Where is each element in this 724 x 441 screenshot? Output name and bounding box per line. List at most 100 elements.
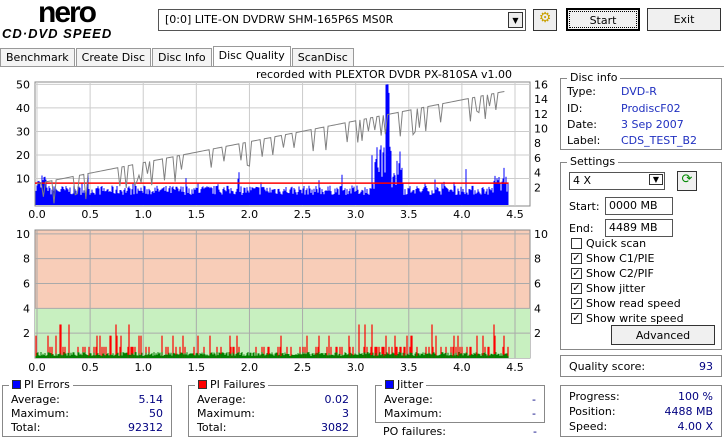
label-label: Label: <box>567 134 601 147</box>
bottom-x-tick: 4.0 <box>453 361 471 372</box>
bottom-x-tick: 4.5 <box>506 361 524 372</box>
checkbox-quick-scan[interactable]: Quick scan <box>571 237 646 250</box>
type-value: DVD-R <box>621 85 657 98</box>
pie-max-label: Maximum: <box>11 407 69 420</box>
top-y2-tick: 8 <box>534 137 541 150</box>
bottom-x-tick: 3.5 <box>400 361 418 372</box>
checkbox-label: Quick scan <box>586 237 647 250</box>
tab-create-disc[interactable]: Create Disc <box>75 48 152 66</box>
checkbox-label: Show jitter <box>586 282 646 295</box>
jitter-color-icon <box>385 380 394 389</box>
top-y2-tick: 6 <box>534 152 541 165</box>
pif-max-value: 3 <box>342 407 349 420</box>
pi-errors-group: PI Errors Average: 5.14 Maximum: 50 Total:… <box>2 378 172 437</box>
progress-box: Progress: 100 % Position: 4488 MB Speed: 4.… <box>560 385 722 437</box>
tab-disc-quality[interactable]: Disc Quality <box>212 46 291 66</box>
top-y-tick: 20 <box>16 149 30 162</box>
top-y2-tick: 2 <box>534 181 541 194</box>
pi-errors-color-icon <box>12 380 21 389</box>
top-x-tick: 2.0 <box>241 208 259 221</box>
top-y-tick: 10 <box>16 172 30 185</box>
top-y2-tick: 14 <box>534 93 548 106</box>
drive-select[interactable]: [0:0] LITE-ON DVDRW SHM-165P6S MS0R ▼ <box>158 9 526 31</box>
speed-select[interactable]: 4 X ▼ <box>569 172 665 190</box>
bottom-y-tick: 2 <box>23 327 30 340</box>
pie-avg-label: Average: <box>11 393 60 406</box>
checkbox-box[interactable] <box>571 238 582 249</box>
checkbox-label: Show C2/PIF <box>586 267 654 280</box>
top-y2-tick: 12 <box>534 108 548 121</box>
bottom-y-tick: 8 <box>23 253 30 266</box>
checkbox-box[interactable]: ✓ <box>571 268 582 279</box>
top-x-tick: 4.0 <box>453 208 471 221</box>
bottom-y2-tick: 10 <box>534 228 548 241</box>
position-label: Position: <box>569 405 616 418</box>
top-y-tick: 30 <box>16 125 30 138</box>
top-y2-tick: 10 <box>534 123 548 136</box>
date-label: Date: <box>567 118 597 131</box>
exit-button[interactable]: Exit <box>647 8 721 31</box>
bottom-x-tick: 1.5 <box>188 361 206 372</box>
cd-dvd-speed-logo: CD·DVD SPEED <box>2 26 113 41</box>
pif-avg-label: Average: <box>197 393 246 406</box>
position-value: 4488 MB <box>664 405 713 418</box>
jitter-max-label: Maximum: <box>384 407 442 420</box>
pi-errors-title: PI Errors <box>24 378 70 391</box>
pif-max-label: Maximum: <box>197 407 255 420</box>
checkbox-box[interactable]: ✓ <box>571 253 582 264</box>
checkbox-box[interactable]: ✓ <box>571 298 582 309</box>
start-button[interactable]: Start <box>566 8 640 31</box>
pif-total-label: Total: <box>197 421 227 434</box>
top-x-tick: 3.5 <box>400 208 418 221</box>
checkbox-label: Show write speed <box>586 312 684 325</box>
advanced-button[interactable]: Advanced <box>611 325 715 345</box>
checkbox-show-write-speed[interactable]: ✓ Show write speed <box>571 312 684 325</box>
type-label: Type: <box>567 85 596 98</box>
progress-value: 100 % <box>678 390 713 403</box>
checkbox-box[interactable]: ✓ <box>571 313 582 324</box>
po-failures-label: PO failures: <box>383 425 446 438</box>
checkbox-box[interactable]: ✓ <box>571 283 582 294</box>
checkbox-show-c1-pie[interactable]: ✓ Show C1/PIE <box>571 252 654 265</box>
bottom-y2-tick: 6 <box>534 278 541 291</box>
quality-score-value: 93 <box>699 360 713 373</box>
speed-readout: 4.00 X <box>677 420 713 433</box>
top-x-tick: 1.0 <box>134 208 152 221</box>
jitter-group: Jitter Average: - Maximum: - <box>375 378 545 423</box>
refresh-speed-icon[interactable]: ⟳ <box>677 171 697 191</box>
pi-failures-group: PI Failures Average: 0.02 Maximum: 3 Total… <box>188 378 358 437</box>
bottom-y2-tick: 8 <box>534 253 541 266</box>
start-label: Start: <box>569 200 600 213</box>
bottom-y-tick: 6 <box>23 278 30 291</box>
bottom-x-tick: 2.5 <box>294 361 312 372</box>
tab-scandisc[interactable]: ScanDisc <box>291 48 354 66</box>
start-input[interactable]: 0000 MB <box>605 197 673 215</box>
top-x-tick: 0.5 <box>81 208 99 221</box>
pif-avg-value: 0.02 <box>324 393 350 406</box>
label-value: CDS_TEST_B2 <box>621 134 698 147</box>
chevron-down-icon[interactable]: ▼ <box>508 12 523 28</box>
settings-title: Settings <box>567 155 619 168</box>
pi-failures-color-icon <box>198 380 207 389</box>
bottom-x-tick: 3.0 <box>347 361 365 372</box>
pie-total-label: Total: <box>11 421 41 434</box>
disc-info-group: Disc info Type: DVD-R ID: ProdiscF02 Dat… <box>560 71 722 150</box>
jitter-avg-label: Average: <box>384 393 433 406</box>
checkbox-show-c2-pif[interactable]: ✓ Show C2/PIF <box>571 267 654 280</box>
tab-benchmark[interactable]: Benchmark <box>0 48 75 66</box>
checkbox-show-read-speed[interactable]: ✓ Show read speed <box>571 297 681 310</box>
end-input[interactable]: 4489 MB <box>605 219 673 237</box>
chevron-down-icon[interactable]: ▼ <box>649 174 663 185</box>
tab-disc-info[interactable]: Disc Info <box>152 48 212 66</box>
bottom-y2-tick: 2 <box>534 327 541 340</box>
pif-total-value: 3082 <box>321 421 349 434</box>
top-y-tick: 50 <box>16 78 30 91</box>
id-value: ProdiscF02 <box>621 102 681 115</box>
checkbox-show-jitter[interactable]: ✓ Show jitter <box>571 282 645 295</box>
bottom-x-tick: 0.0 <box>28 361 46 372</box>
top-x-tick: 3.0 <box>347 208 365 221</box>
refresh-drive-icon[interactable]: ⚙ <box>533 9 557 31</box>
date-value: 3 Sep 2007 <box>621 118 684 131</box>
settings-group: Settings 4 X ▼ ⟳ Start: 0000 MB End: 4489… <box>560 155 722 350</box>
disc-info-title: Disc info <box>567 71 621 84</box>
